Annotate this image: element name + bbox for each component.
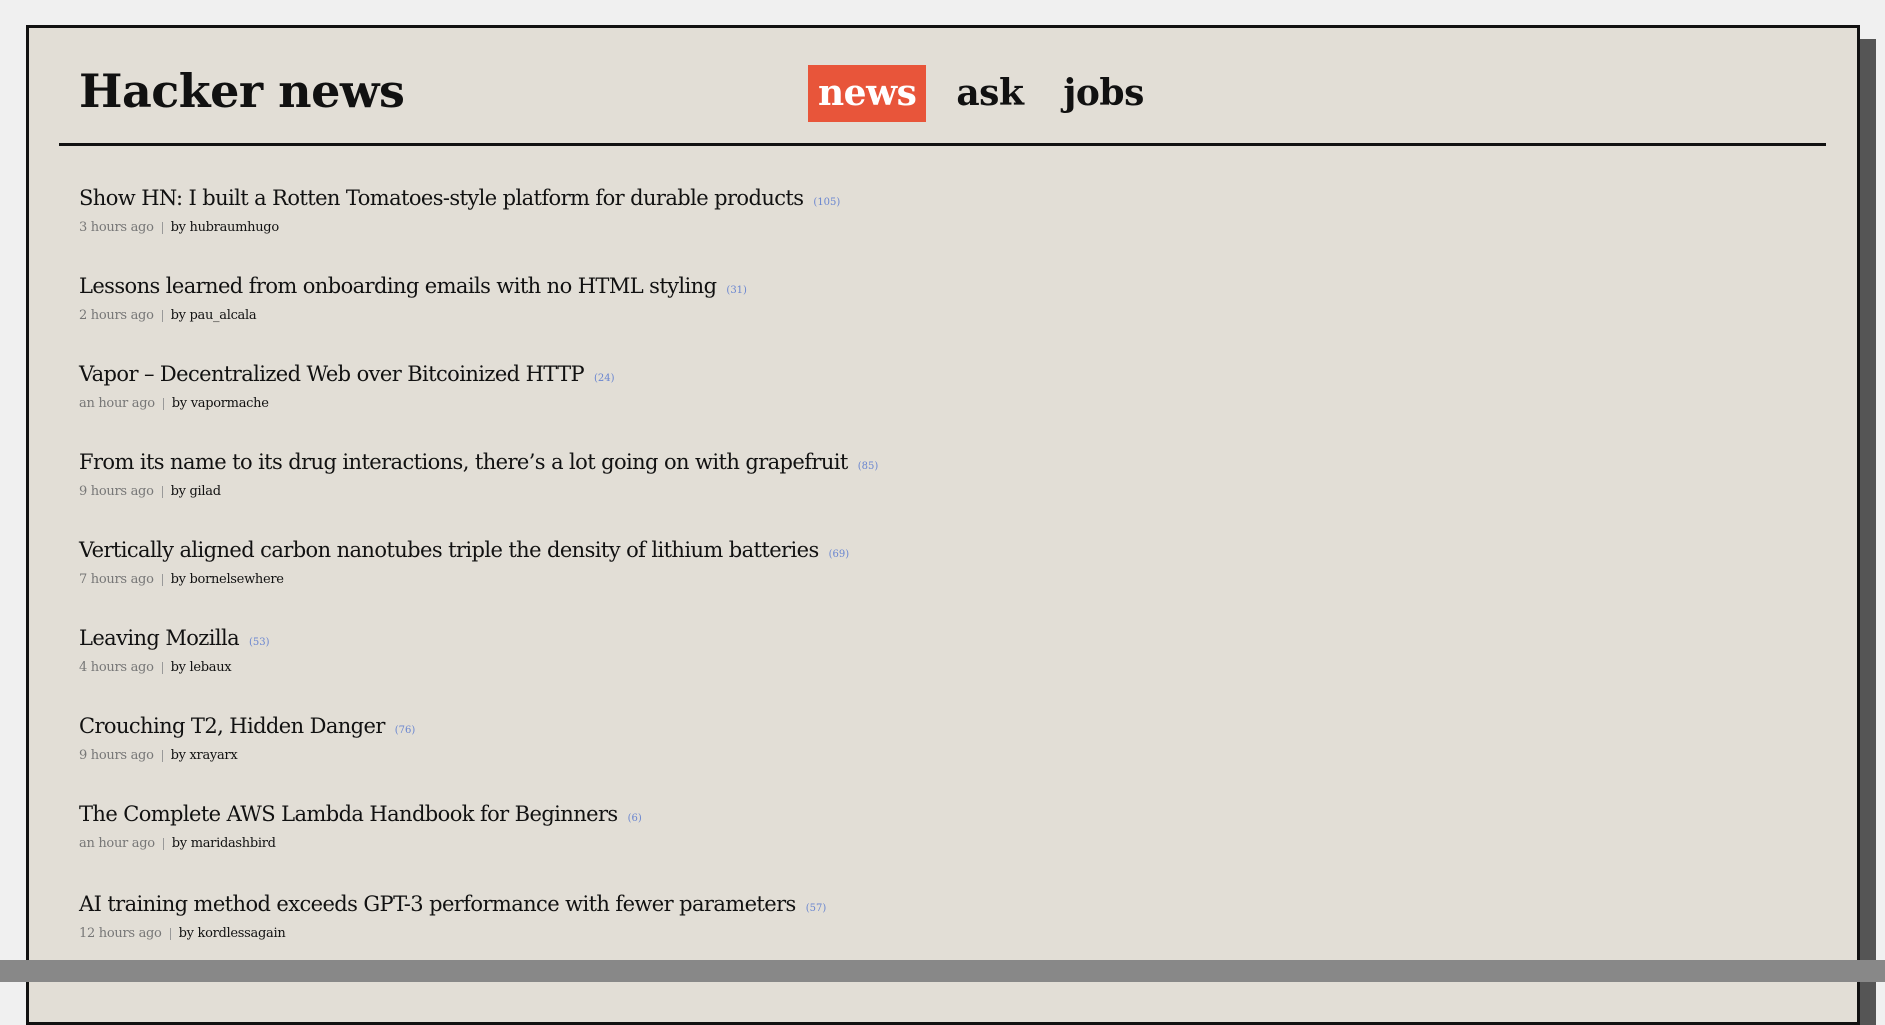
by-label: by bbox=[171, 836, 187, 851]
comment-count[interactable]: (57) bbox=[806, 903, 827, 914]
nav-jobs[interactable]: jobs bbox=[1053, 65, 1153, 122]
story-title[interactable]: From its name to its drug interactions, … bbox=[79, 450, 848, 474]
comment-count[interactable]: (31) bbox=[726, 285, 747, 296]
by-label: by bbox=[170, 220, 186, 235]
story-age: 2 hours ago bbox=[79, 308, 154, 323]
story-age: an hour ago bbox=[79, 396, 155, 411]
by-label: by bbox=[178, 926, 194, 941]
story-item: Crouching T2, Hidden Danger (76) 9 hours… bbox=[79, 714, 1479, 802]
story-list: Show HN: I built a Rotten Tomatoes-style… bbox=[79, 186, 1479, 980]
story-age: an hour ago bbox=[79, 836, 155, 851]
story-item: Vapor – Decentralized Web over Bitcoiniz… bbox=[79, 362, 1479, 450]
story-title[interactable]: Show HN: I built a Rotten Tomatoes-style… bbox=[79, 186, 804, 210]
comment-count[interactable]: (53) bbox=[249, 637, 270, 648]
story-author[interactable]: gilad bbox=[190, 484, 222, 499]
main-nav: news ask jobs bbox=[808, 65, 1174, 122]
story-item: Leaving Mozilla (53) 4 hours ago by leba… bbox=[79, 626, 1479, 714]
story-title[interactable]: Vapor – Decentralized Web over Bitcoiniz… bbox=[79, 362, 585, 386]
comment-count[interactable]: (24) bbox=[594, 373, 615, 384]
meta-divider bbox=[161, 309, 163, 322]
meta-divider bbox=[162, 397, 164, 410]
meta-divider bbox=[161, 485, 163, 498]
story-author[interactable]: xrayarx bbox=[190, 748, 238, 763]
story-author[interactable]: lebaux bbox=[190, 660, 232, 675]
story-title[interactable]: The Complete AWS Lambda Handbook for Beg… bbox=[79, 802, 618, 826]
story-author[interactable]: vapormache bbox=[191, 396, 269, 411]
comment-count[interactable]: (69) bbox=[829, 549, 850, 560]
nav-ask[interactable]: ask bbox=[946, 65, 1033, 122]
meta-divider bbox=[169, 927, 171, 940]
story-title[interactable]: Leaving Mozilla bbox=[79, 626, 240, 650]
site-title[interactable]: Hacker news bbox=[79, 68, 405, 114]
story-title[interactable]: Vertically aligned carbon nanotubes trip… bbox=[79, 538, 819, 562]
story-item: The Complete AWS Lambda Handbook for Beg… bbox=[79, 802, 1479, 892]
bottom-bar bbox=[0, 960, 1885, 982]
meta-divider bbox=[161, 749, 163, 762]
meta-divider bbox=[161, 573, 163, 586]
story-age: 3 hours ago bbox=[79, 220, 154, 235]
story-title[interactable]: Lessons learned from onboarding emails w… bbox=[79, 274, 717, 298]
story-item: Show HN: I built a Rotten Tomatoes-style… bbox=[79, 186, 1479, 274]
by-label: by bbox=[170, 660, 186, 675]
story-age: 4 hours ago bbox=[79, 660, 154, 675]
meta-divider bbox=[161, 661, 163, 674]
story-title[interactable]: Crouching T2, Hidden Danger bbox=[79, 714, 385, 738]
story-author[interactable]: maridashbird bbox=[191, 836, 276, 851]
story-item: From its name to its drug interactions, … bbox=[79, 450, 1479, 538]
comment-count[interactable]: (76) bbox=[395, 725, 416, 736]
page-frame: Hacker news news ask jobs Show HN: I bui… bbox=[26, 25, 1860, 1025]
story-age: 9 hours ago bbox=[79, 748, 154, 763]
meta-divider bbox=[161, 221, 163, 234]
by-label: by bbox=[170, 748, 186, 763]
by-label: by bbox=[171, 396, 187, 411]
comment-count[interactable]: (85) bbox=[858, 461, 879, 472]
by-label: by bbox=[170, 572, 186, 587]
story-item: Vertically aligned carbon nanotubes trip… bbox=[79, 538, 1479, 626]
meta-divider bbox=[162, 837, 164, 850]
nav-news[interactable]: news bbox=[808, 65, 927, 122]
story-age: 9 hours ago bbox=[79, 484, 154, 499]
story-author[interactable]: kordlessagain bbox=[198, 926, 286, 941]
story-author[interactable]: bornelsewhere bbox=[190, 572, 284, 587]
story-item: Lessons learned from onboarding emails w… bbox=[79, 274, 1479, 362]
site-header: Hacker news news ask jobs bbox=[59, 28, 1826, 146]
story-author[interactable]: pau_alcala bbox=[190, 308, 257, 323]
comment-count[interactable]: (105) bbox=[813, 197, 840, 208]
by-label: by bbox=[170, 484, 186, 499]
comment-count[interactable]: (6) bbox=[628, 813, 642, 824]
by-label: by bbox=[170, 308, 186, 323]
story-age: 7 hours ago bbox=[79, 572, 154, 587]
story-title[interactable]: AI training method exceeds GPT-3 perform… bbox=[79, 892, 796, 916]
story-age: 12 hours ago bbox=[79, 926, 162, 941]
story-author[interactable]: hubraumhugo bbox=[190, 220, 280, 235]
